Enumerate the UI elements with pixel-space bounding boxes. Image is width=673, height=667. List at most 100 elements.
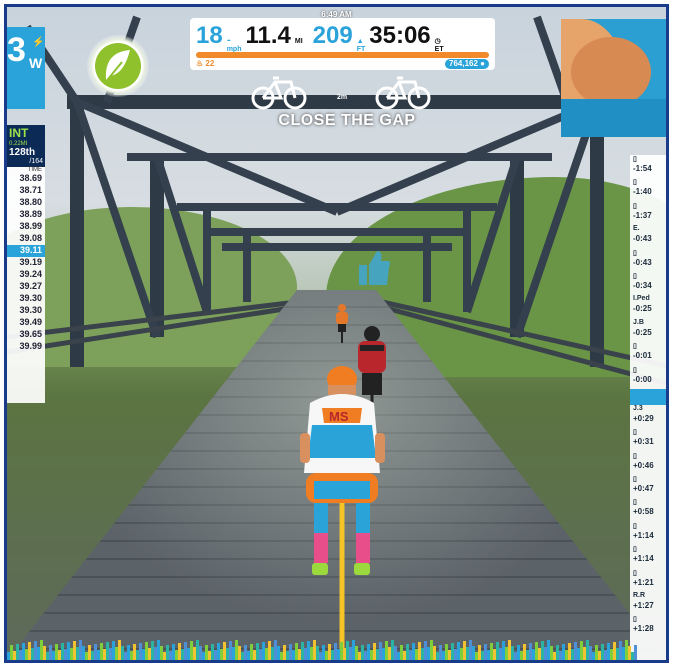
rider-row[interactable]: ▯ -0:00	[630, 366, 666, 389]
power-strip-bar	[355, 646, 358, 660]
rider-gap-time: -0:00	[633, 374, 652, 384]
rider-gap-list[interactable]: ▯ -1:54 ▯ -1:40 ▯ -1:37 E. -0:43 ▯ -0:43 ▯ -0:34 I.P…	[630, 155, 666, 660]
sprint-leaderboard: INT 0.22MI 128th /164 TIME 38.69 38.71 38.…	[7, 125, 45, 403]
power-strip-bar	[376, 649, 379, 660]
power-strip-bar	[364, 651, 367, 660]
rider-row[interactable]: J.3 +0:29	[630, 405, 666, 428]
power-strip-bar	[553, 652, 556, 660]
power-strip-bar	[583, 647, 586, 660]
speed-value: 18	[196, 22, 223, 49]
power-strip-bar	[115, 647, 118, 660]
power-strip-bar	[226, 648, 229, 660]
rider-name: ▯	[633, 179, 637, 187]
power-strip-bar	[268, 641, 271, 660]
sprint-title: INT	[7, 125, 45, 141]
feather-icon	[103, 50, 130, 85]
power-strip-bar	[421, 648, 424, 660]
rider-row[interactable]: ▯ +1:14	[630, 522, 666, 545]
power-strip-bar	[103, 649, 106, 660]
power-strip-bar	[379, 642, 382, 660]
power-strip-bar	[13, 651, 16, 660]
power-strip-bar	[250, 644, 253, 660]
powerup-button[interactable]	[87, 35, 149, 97]
sprint-time-row: 39.08	[19, 233, 42, 243]
power-strip-bar	[481, 651, 484, 660]
sprint-total: /164	[7, 158, 45, 167]
power-graph-strip	[7, 640, 637, 660]
power-strip-bar	[112, 641, 115, 660]
rider-row[interactable]	[630, 388, 666, 405]
power-strip-bar	[616, 648, 619, 660]
power-strip-bar	[37, 647, 40, 660]
rider-row[interactable]: ▯ +0:58	[630, 498, 666, 521]
rider-row[interactable]: ▯ +0:46	[630, 452, 666, 475]
rider-row[interactable]: E. -0:43	[630, 225, 666, 248]
power-strip-bar	[556, 645, 559, 660]
gap-label: CLOSE THE GAP	[278, 112, 416, 129]
power-strip-bar	[436, 652, 439, 660]
rider-row[interactable]: ▯ -0:34	[630, 272, 666, 295]
rider-row[interactable]: ▯ +0:47	[630, 475, 666, 498]
rider-row[interactable]: I.Ped -0:25	[630, 295, 666, 318]
power-strip-bar	[427, 647, 430, 660]
sprint-position: 128th	[7, 147, 45, 158]
power-strip-bar	[193, 647, 196, 660]
rider-row[interactable]: ▯ +0:31	[630, 428, 666, 451]
power-strip-bar	[592, 652, 595, 660]
power-strip-bar	[262, 642, 265, 660]
power-strip-bar	[289, 644, 292, 660]
power-strip-bar	[307, 641, 310, 660]
elapsed-time: 35:06	[369, 22, 431, 49]
power-strip-bar	[520, 651, 523, 660]
power-strip-bar	[475, 652, 478, 660]
rider-gap-time: -0:25	[633, 304, 652, 314]
bike-icon-left	[251, 76, 307, 110]
power-strip-bar	[550, 646, 553, 660]
power-strip-bar	[598, 651, 601, 660]
rider-name: I.Ped	[633, 295, 650, 303]
power-strip-bar	[178, 643, 181, 660]
power-strip-bar	[610, 649, 613, 660]
power-strip-bar	[490, 643, 493, 660]
rider-row[interactable]: R.R +1:27	[630, 592, 666, 615]
power-value: 3	[7, 31, 26, 69]
power-strip-bar	[505, 647, 508, 660]
rider-row[interactable]: ▯ -0:43	[630, 249, 666, 272]
power-strip-bar	[298, 649, 301, 660]
power-strip-bar	[406, 644, 409, 660]
sprint-times-list: 38.69 38.71 38.80 38.89 38.99 39.08 39.11 39.19…	[7, 173, 45, 353]
rider-row[interactable]: ▯ -1:54	[630, 155, 666, 178]
rider-row[interactable]: ▯ +1:21	[630, 569, 666, 592]
rider-row[interactable]: ▯ -0:01	[630, 342, 666, 365]
rider-name: ▯	[633, 202, 637, 210]
rider-gap-time: -1:40	[633, 187, 652, 197]
power-strip-bar	[253, 650, 256, 660]
power-strip-bar	[574, 642, 577, 660]
rider-row[interactable]: ▯ -1:37	[630, 202, 666, 225]
hud-sub-row: ♨ 22 764,162 ●	[196, 59, 489, 69]
minimap[interactable]	[561, 19, 666, 137]
xp-badge: 764,162 ●	[445, 59, 489, 69]
power-strip-bar	[343, 648, 346, 660]
power-strip-bar	[448, 650, 451, 660]
power-strip-bar	[382, 648, 385, 660]
power-strip-bar	[190, 641, 193, 660]
power-strip-bar	[172, 644, 175, 660]
hud-panel: 18 ◓ mph 11.4 MI 209 ▲ FT 35:06 ◷ ET ♨ 2…	[190, 18, 495, 70]
power-strip-bar	[496, 642, 499, 660]
rider-row[interactable]: ▯ -1:40	[630, 178, 666, 201]
power-strip-bar	[571, 649, 574, 660]
power-strip-bar	[286, 651, 289, 660]
power-strip-bar	[493, 649, 496, 660]
rider-row[interactable]: ▯ +1:14	[630, 545, 666, 568]
bike-icon-right	[375, 76, 431, 110]
power-strip-bar	[439, 645, 442, 660]
power-strip-bar	[157, 640, 160, 660]
rider-gap-time: +0:29	[633, 413, 654, 423]
rider-row[interactable]: J.B -0:25	[630, 319, 666, 342]
power-strip-bar	[235, 640, 238, 660]
rider-name: J.3	[633, 404, 643, 412]
sprint-time-row: 39.99	[19, 341, 42, 351]
speedometer-icon: ◓	[226, 38, 231, 45]
power-strip-bar	[370, 650, 373, 660]
